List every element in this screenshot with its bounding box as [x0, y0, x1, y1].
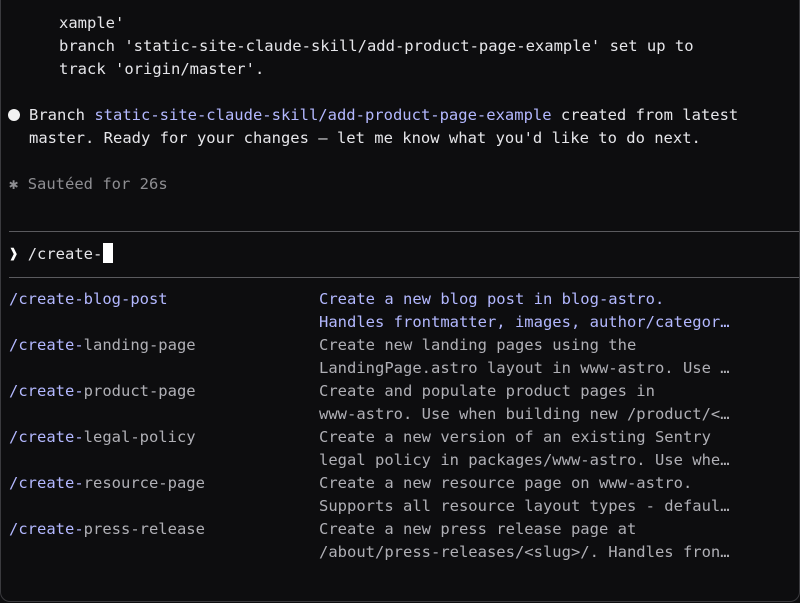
suggestion-description[interactable]: Handles frontmatter, images, author/cate…: [319, 311, 730, 333]
suggestion-match-prefix: /create-: [9, 520, 84, 538]
suggestion-command[interactable]: /create-resource-page: [9, 472, 205, 494]
terminal-window: xample' branch 'static-site-claude-skill…: [0, 0, 800, 602]
assistant-message-line: master. Ready for your changes — let me …: [29, 129, 701, 147]
suggestion-match-prefix: /create-: [9, 290, 84, 308]
suggestion-command-rest: resource-page: [83, 474, 205, 492]
text-cursor: [103, 243, 114, 263]
status-line: ✱ Sautéed for 26s: [9, 173, 168, 195]
suggestion-description[interactable]: Create a new blog post in blog-astro.: [319, 288, 664, 310]
bullet-icon: [8, 109, 20, 121]
suggestion-match-prefix: /create-: [9, 382, 84, 400]
suggestion-command[interactable]: /create-blog-post: [9, 288, 168, 310]
suggestion-description[interactable]: Create a new version of an existing Sent…: [319, 426, 711, 448]
suggestion-command-rest: blog-post: [83, 290, 168, 308]
message-text: Branch: [29, 106, 95, 124]
suggestion-description[interactable]: legal policy in packages/www-astro. Use …: [319, 449, 730, 471]
divider: [9, 231, 799, 232]
divider: [9, 277, 799, 278]
suggestion-command-rest: product-page: [83, 382, 196, 400]
assistant-message: Branch static-site-claude-skill/add-prod…: [29, 104, 738, 126]
suggestion-description[interactable]: /about/press-releases/<slug>/. Handles f…: [319, 541, 730, 563]
suggestion-description[interactable]: Create new landing pages using the: [319, 334, 636, 356]
branch-name: static-site-claude-skill/add-product-pag…: [94, 106, 552, 124]
status-text: Sautéed for 26s: [27, 175, 168, 193]
prompt-chevron-icon: ❱: [9, 245, 19, 263]
suggestion-match-prefix: /create-: [9, 428, 84, 446]
suggestion-command[interactable]: /create-legal-policy: [9, 426, 196, 448]
suggestion-match-prefix: /create-: [9, 336, 84, 354]
suggestion-match-prefix: /create-: [9, 474, 84, 492]
prompt-input[interactable]: ❱ /create-: [9, 243, 114, 265]
suggestion-command-rest: press-release: [83, 520, 205, 538]
suggestion-command[interactable]: /create-product-page: [9, 380, 196, 402]
suggestion-command-rest: legal-policy: [83, 428, 196, 446]
suggestion-command-rest: landing-page: [83, 336, 196, 354]
asterisk-icon: ✱: [9, 175, 19, 193]
suggestion-description[interactable]: www-astro. Use when building new /produc…: [319, 403, 730, 425]
output-line: branch 'static-site-claude-skill/add-pro…: [59, 37, 694, 55]
message-text: created from latest: [551, 106, 739, 124]
suggestion-description[interactable]: Create and populate product pages in: [319, 380, 655, 402]
suggestion-command[interactable]: /create-landing-page: [9, 334, 196, 356]
suggestion-description[interactable]: Supports all resource layout types - def…: [319, 495, 730, 517]
output-line: track 'origin/master'.: [59, 60, 265, 78]
suggestion-description[interactable]: Create a new press release page at: [319, 518, 636, 540]
suggestion-description[interactable]: LandingPage.astro layout in www-astro. U…: [319, 357, 730, 379]
output-line: xample': [59, 14, 125, 32]
prompt-input-value[interactable]: /create-: [28, 245, 103, 263]
suggestion-description[interactable]: Create a new resource page on www-astro.: [319, 472, 692, 494]
suggestion-command[interactable]: /create-press-release: [9, 518, 205, 540]
